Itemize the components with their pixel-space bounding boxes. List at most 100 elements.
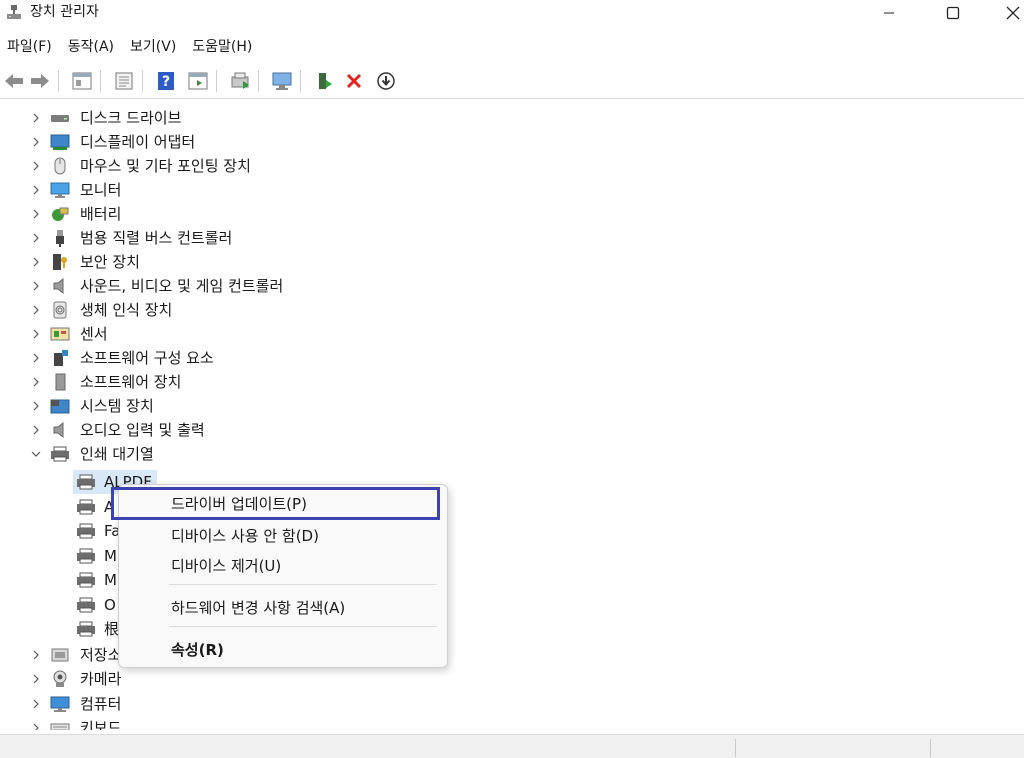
status-divider [735,739,736,757]
window-title: 장치 관리자 [30,4,99,20]
tree-item-label: 컴퓨터 [80,695,122,713]
tree-item-label: 배터리 [80,205,122,223]
printer-icon [51,446,69,462]
tree-item-batteries[interactable]: 배터리 [0,202,1000,226]
back-button[interactable] [2,69,26,93]
chevron-right-icon[interactable] [28,230,44,246]
chevron-right-icon[interactable] [28,110,44,126]
printer-icon [77,572,95,588]
menu-item-properties[interactable]: 속성(R) [119,635,447,665]
chevron-right-icon[interactable] [28,326,44,342]
menu-separator [169,626,437,627]
tree-item-print-queues[interactable]: 인쇄 대기열 [0,442,1000,466]
chevron-right-icon[interactable] [28,647,44,663]
tree-item-audio-io[interactable]: 오디오 입력 및 출력 [0,418,1000,442]
forward-button[interactable] [28,69,52,93]
printer-icon [77,548,95,564]
tree-item-security-devices[interactable]: 보안 장치 [0,250,1000,274]
security-device-icon [53,254,67,270]
tree-item-monitors[interactable]: 모니터 [0,178,1000,202]
audio-io-icon [53,421,64,439]
uninstall-device-button[interactable] [342,69,366,93]
fingerprint-icon [53,301,67,319]
menu-item-scan-hardware[interactable]: 하드웨어 변경 사항 검색(A) [119,593,447,623]
title-bar: 장치 관리자 [0,0,1024,26]
properties-button[interactable] [112,69,136,93]
tree-item-label: 오디오 입력 및 출력 [80,421,205,439]
tree-item-display-adapters[interactable]: 디스플레이 어댑터 [0,130,1000,154]
menu-item-update-driver[interactable]: 드라이버 업데이트(P) [119,489,447,519]
menu-bar: 파일(F) 동작(A) 보기(V) 도움말(H) [0,34,261,60]
chevron-right-icon[interactable] [28,720,44,730]
chevron-right-icon[interactable] [28,206,44,222]
system-device-icon [50,399,70,414]
printer-icon [77,499,95,515]
tree-item-label: 범용 직렬 버스 컨트롤러 [80,229,233,247]
menu-view[interactable]: 보기(V) [123,34,183,60]
chevron-right-icon[interactable] [28,671,44,687]
chevron-right-icon[interactable] [28,302,44,318]
menu-file[interactable]: 파일(F) [0,34,59,60]
chevron-right-icon[interactable] [28,422,44,438]
chevron-right-icon[interactable] [28,254,44,270]
tree-item-usb-controllers[interactable]: 범용 직렬 버스 컨트롤러 [0,226,1000,250]
tree-item-sensors[interactable]: 센서 [0,322,1000,346]
software-component-icon [54,350,68,366]
action-pane-button[interactable] [186,69,210,93]
menu-item-uninstall-device[interactable]: 디바이스 제거(U) [119,551,447,581]
device-manager-app-icon [7,5,21,19]
close-button[interactable] [990,0,1024,26]
tree-item-label: 시스템 장치 [80,397,154,415]
status-bar [0,734,1024,758]
chevron-right-icon[interactable] [28,350,44,366]
close-icon [1006,6,1020,20]
chevron-right-icon[interactable] [28,398,44,414]
printer-icon [77,474,95,490]
chevron-right-icon[interactable] [28,696,44,712]
scan-hardware-button[interactable] [270,69,294,93]
tree-item-sound-video-game[interactable]: 사운드, 비디오 및 게임 컨트롤러 [0,274,1000,298]
enable-device-button[interactable] [312,69,336,93]
sensor-icon [50,327,70,341]
monitor-icon [50,182,70,198]
tree-item-cameras[interactable]: 카메라 [0,667,1000,691]
tree-item-label: 디스크 드라이브 [80,109,182,127]
tree-item-system-devices[interactable]: 시스템 장치 [0,394,1000,418]
device-manager-window: 장치 관리자 파일(F) 동작(A) 보기(V) 도움말(H) ? 디스크 드라… [0,0,1024,758]
chevron-right-icon[interactable] [28,158,44,174]
toolbar-separator [142,70,143,92]
tree-item-label: M [104,547,117,565]
help-icon: ? [158,72,174,90]
help-button[interactable]: ? [154,69,178,93]
tree-item-biometric[interactable]: 생체 인식 장치 [0,298,1000,322]
chevron-right-icon[interactable] [28,374,44,390]
chevron-down-icon[interactable] [28,446,44,462]
menu-item-disable-device[interactable]: 디바이스 사용 안 함(D) [119,521,447,551]
show-hide-tree-icon [72,72,92,90]
properties-sheet-icon [115,72,133,90]
tree-item-keyboards[interactable]: 키보드 [0,716,1000,730]
tree-item-mice[interactable]: 마우스 및 기타 포인팅 장치 [0,154,1000,178]
chevron-right-icon[interactable] [28,182,44,198]
toolbar-separator [58,70,59,92]
tree-item-disk-drives[interactable]: 디스크 드라이브 [0,106,1000,130]
minimize-icon [884,12,894,14]
download-driver-button[interactable] [374,69,398,93]
menu-action[interactable]: 동작(A) [61,34,121,60]
tree-item-software-devices[interactable]: 소프트웨어 장치 [0,370,1000,394]
update-driver-button[interactable] [228,69,252,93]
tree-item-label: 모니터 [80,181,122,199]
chevron-right-icon[interactable] [28,134,44,150]
speaker-icon [53,277,64,295]
show-hide-tree-button[interactable] [70,69,94,93]
chevron-right-icon[interactable] [28,278,44,294]
tree-item-computer[interactable]: 컴퓨터 [0,692,1000,716]
minimize-button[interactable] [866,0,912,26]
maximize-button[interactable] [930,0,976,26]
tree-item-software-components[interactable]: 소프트웨어 구성 요소 [0,346,1000,370]
download-driver-icon [377,72,395,90]
scan-hardware-icon [272,72,292,90]
menu-help[interactable]: 도움말(H) [185,34,259,60]
toolbar-separator [300,70,301,92]
printer-icon [77,621,95,637]
